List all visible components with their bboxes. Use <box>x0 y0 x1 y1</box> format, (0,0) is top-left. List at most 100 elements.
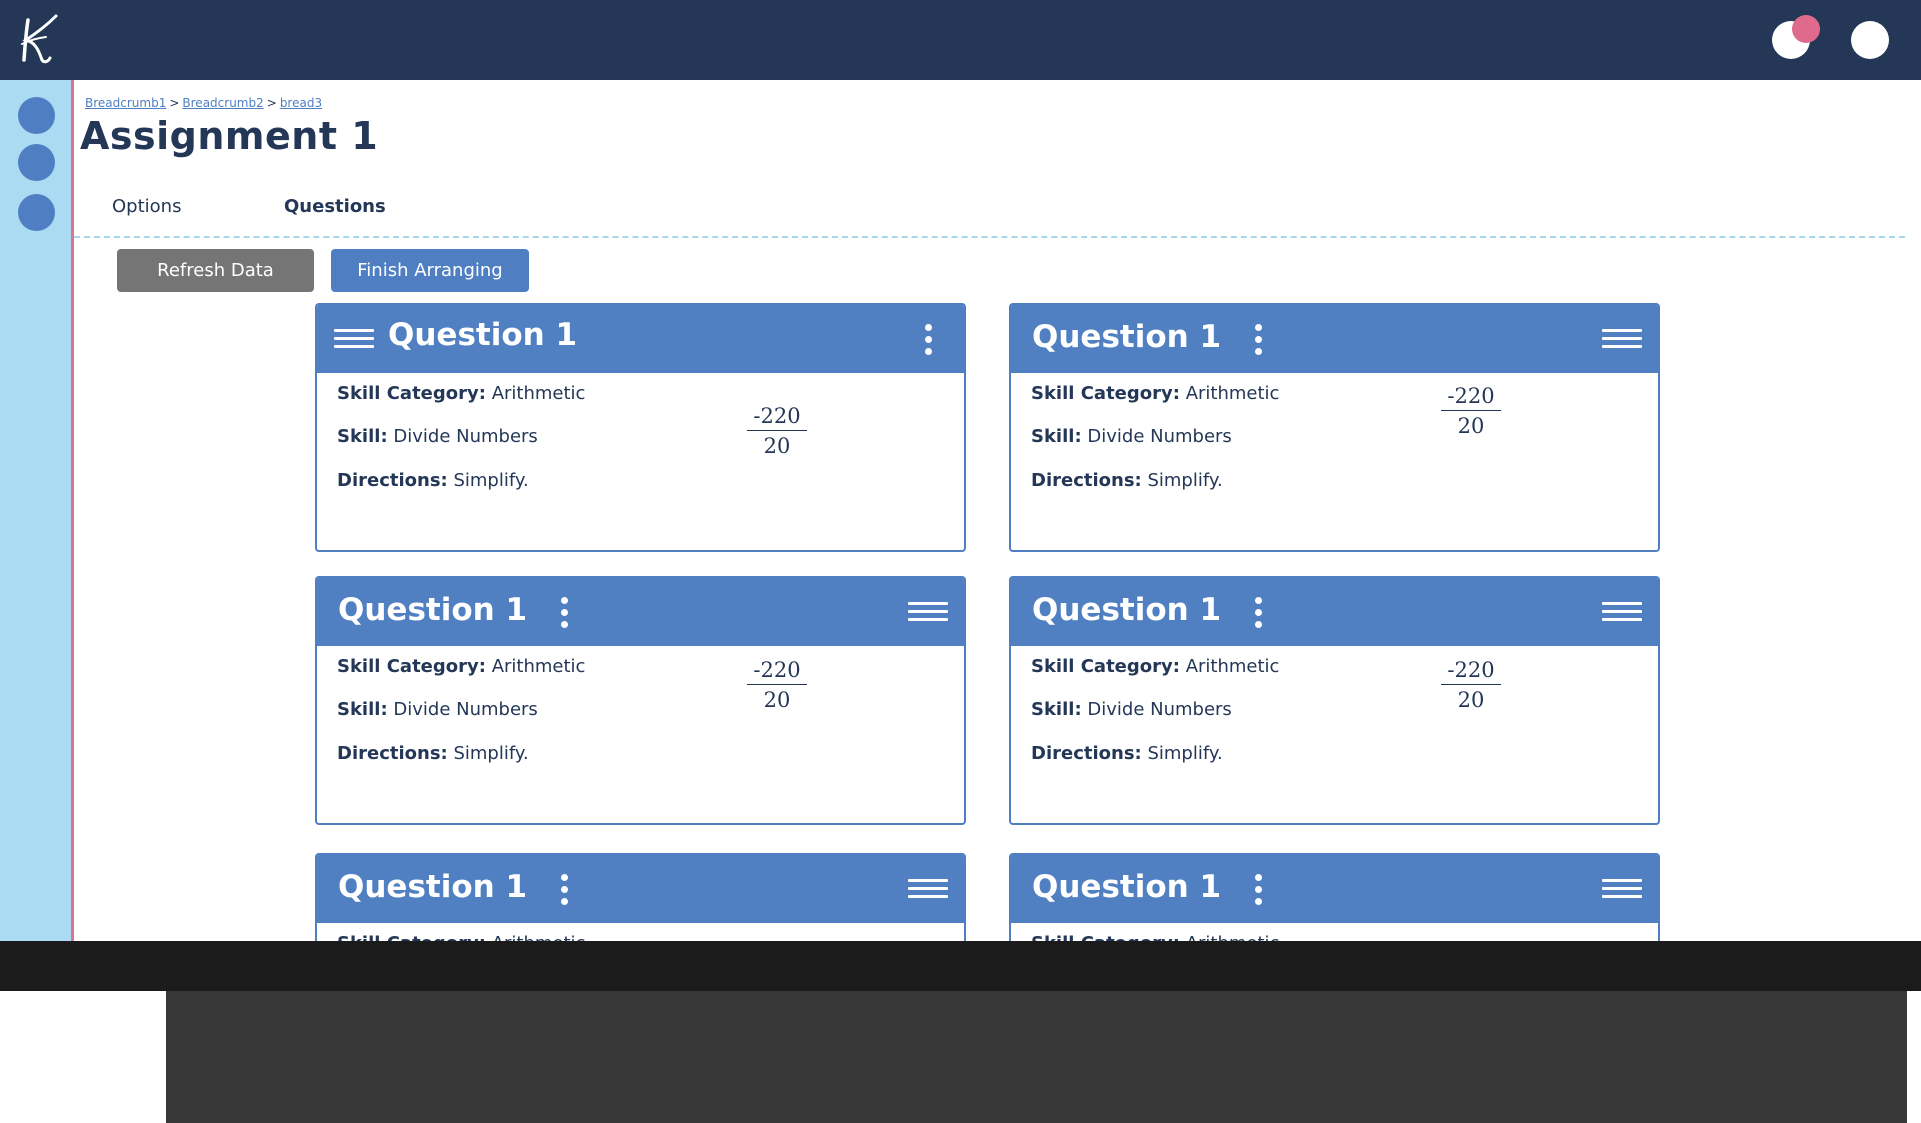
directions-field: Directions: Simplify. <box>1031 743 1223 764</box>
skill-category-field: Skill Category: Arithmetic <box>337 383 585 404</box>
main-content: Breadcrumb1 > Breadcrumb2 > bread3 Assignmen… <box>74 80 1921 941</box>
skill-category-label: Skill Category: <box>337 656 486 677</box>
question-card-header: Question 1 <box>1011 578 1658 646</box>
skill-category-label: Skill Category: <box>1031 933 1180 941</box>
notification-badge <box>1792 15 1820 43</box>
directions-value: Simplify. <box>453 743 529 764</box>
profile-icon[interactable] <box>1851 21 1889 59</box>
question-card[interactable]: Question 1 Skill Category: Arithmetic Sk… <box>1009 303 1660 552</box>
skill-field: Skill: Divide Numbers <box>1031 699 1232 720</box>
skill-field: Skill: Divide Numbers <box>1031 426 1232 447</box>
skill-category-field: Skill Category: Arithmetic <box>337 933 585 941</box>
fraction-denominator: 20 <box>763 434 791 458</box>
skill-value: Divide Numbers <box>393 699 538 720</box>
breadcrumb-link-3[interactable]: bread3 <box>280 96 322 110</box>
drag-handle-icon[interactable] <box>908 879 948 901</box>
more-options-icon[interactable] <box>1255 597 1263 629</box>
skill-category-value: Arithmetic <box>1185 656 1280 677</box>
sidebar-nav-item-2[interactable] <box>18 144 55 181</box>
more-options-icon[interactable] <box>561 874 569 906</box>
directions-field: Directions: Simplify. <box>1031 470 1223 491</box>
question-title: Question 1 <box>1032 319 1222 355</box>
question-card[interactable]: Question 1 Skill Category: Arithmetic <box>1009 853 1660 941</box>
tab-options[interactable]: Options <box>112 196 181 217</box>
directions-value: Simplify. <box>1147 470 1223 491</box>
directions-label: Directions: <box>1031 743 1142 764</box>
tab-questions[interactable]: Questions <box>284 196 386 217</box>
question-title: Question 1 <box>338 869 528 905</box>
directions-label: Directions: <box>337 470 448 491</box>
skill-category-field: Skill Category: Arithmetic <box>1031 656 1279 677</box>
fraction-expression: -220 20 <box>747 404 807 458</box>
sidebar-nav-item-1[interactable] <box>18 97 55 134</box>
skill-value: Divide Numbers <box>1087 699 1232 720</box>
question-card-header: Question 1 <box>317 578 964 646</box>
fraction-expression: -220 20 <box>1441 658 1501 712</box>
skill-category-value: Arithmetic <box>492 933 586 941</box>
skill-field: Skill: Divide Numbers <box>337 426 538 447</box>
tab-divider <box>74 236 1905 238</box>
directions-value: Simplify. <box>453 470 529 491</box>
page-title: Assignment 1 <box>80 114 379 158</box>
drag-handle-icon[interactable] <box>908 602 948 624</box>
more-options-icon[interactable] <box>1255 874 1263 906</box>
breadcrumb-separator: > <box>266 96 277 110</box>
finish-arranging-button[interactable]: Finish Arranging <box>331 249 529 292</box>
breadcrumb-link-1[interactable]: Breadcrumb1 <box>85 96 166 110</box>
directions-label: Directions: <box>337 743 448 764</box>
question-card[interactable]: Question 1 Skill Category: Arithmetic Sk… <box>1009 576 1660 825</box>
skill-category-value: Arithmetic <box>1185 383 1280 404</box>
skill-category-label: Skill Category: <box>1031 383 1180 404</box>
fraction-numerator: -220 <box>1441 384 1501 411</box>
drag-handle-icon[interactable] <box>1602 329 1642 351</box>
fraction-denominator: 20 <box>763 688 791 712</box>
skill-category-field: Skill Category: Arithmetic <box>1031 933 1279 941</box>
sidebar <box>0 80 74 941</box>
directions-value: Simplify. <box>1147 743 1223 764</box>
fraction-denominator: 20 <box>1457 688 1485 712</box>
sidebar-nav-item-3[interactable] <box>18 194 55 231</box>
question-card[interactable]: Question 1 Skill Category: Arithmetic Sk… <box>315 303 966 552</box>
more-options-icon[interactable] <box>925 324 933 356</box>
skill-category-value: Arithmetic <box>1186 933 1280 941</box>
fraction-numerator: -220 <box>1441 658 1501 685</box>
skill-value: Divide Numbers <box>393 426 538 447</box>
drag-handle-icon[interactable] <box>1602 879 1642 901</box>
skill-field: Skill: Divide Numbers <box>337 699 538 720</box>
more-options-icon[interactable] <box>561 597 569 629</box>
fraction-expression: -220 20 <box>1441 384 1501 438</box>
skill-category-field: Skill Category: Arithmetic <box>1031 383 1279 404</box>
question-card[interactable]: Question 1 Skill Category: Arithmetic Sk… <box>315 576 966 825</box>
fraction-numerator: -220 <box>747 658 807 685</box>
skill-label: Skill: <box>337 426 388 447</box>
drag-handle-icon[interactable] <box>1602 602 1642 624</box>
fraction-denominator: 20 <box>1457 414 1485 438</box>
skill-category-label: Skill Category: <box>337 933 486 941</box>
skill-category-label: Skill Category: <box>337 383 486 404</box>
directions-field: Directions: Simplify. <box>337 743 529 764</box>
skill-label: Skill: <box>1031 699 1082 720</box>
more-options-icon[interactable] <box>1255 324 1263 356</box>
question-card[interactable]: Question 1 Skill Category: Arithmetic <box>315 853 966 941</box>
skill-value: Divide Numbers <box>1087 426 1232 447</box>
breadcrumb-link-2[interactable]: Breadcrumb2 <box>182 96 263 110</box>
question-title: Question 1 <box>1032 869 1222 905</box>
question-card-header: Question 1 <box>1011 305 1658 373</box>
drag-handle-icon[interactable] <box>334 329 374 351</box>
skill-label: Skill: <box>337 699 388 720</box>
question-card-header: Question 1 <box>317 855 964 923</box>
bottom-panel <box>166 991 1907 1123</box>
refresh-data-button[interactable]: Refresh Data <box>117 249 314 292</box>
directions-field: Directions: Simplify. <box>337 470 529 491</box>
question-title: Question 1 <box>1032 592 1222 628</box>
skill-category-value: Arithmetic <box>491 383 586 404</box>
question-card-header: Question 1 <box>1011 855 1658 923</box>
fraction-numerator: -220 <box>747 404 807 431</box>
breadcrumb-separator: > <box>169 96 180 110</box>
logo-icon[interactable] <box>16 10 62 66</box>
directions-label: Directions: <box>1031 470 1142 491</box>
breadcrumb: Breadcrumb1 > Breadcrumb2 > bread3 <box>85 96 322 110</box>
skill-label: Skill: <box>1031 426 1082 447</box>
skill-category-label: Skill Category: <box>1031 656 1180 677</box>
question-title: Question 1 <box>388 317 578 353</box>
